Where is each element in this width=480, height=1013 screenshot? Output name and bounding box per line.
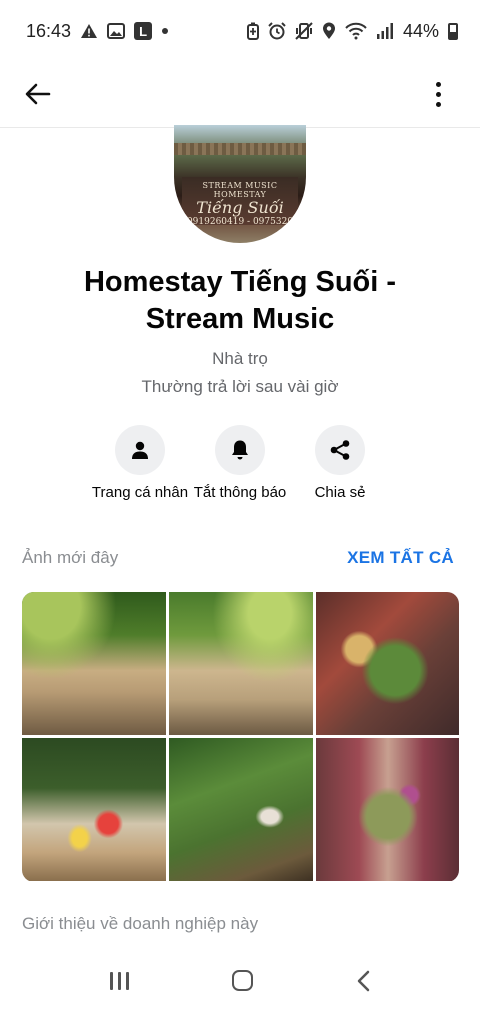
image-icon (107, 23, 126, 39)
photo-thumbnail[interactable] (169, 738, 313, 881)
battery-icon (448, 22, 458, 40)
profile-avatar[interactable]: STREAM MUSIC HOMESTAY Tiếng Suối 0919260… (174, 125, 306, 243)
recent-apps-icon[interactable] (109, 971, 129, 990)
mute-button-circle (215, 425, 265, 475)
battery-saver-icon (246, 22, 259, 40)
l-app-icon: L (134, 22, 153, 40)
share-icon (330, 440, 350, 460)
avatar-roof (174, 143, 306, 155)
business-intro-label: Giới thiệu về doanh nghiệp này (22, 914, 259, 933)
app-bar (0, 62, 480, 128)
avatar-sign-top: STREAM MUSIC HOMESTAY (202, 181, 278, 199)
system-nav-bar (0, 948, 480, 1013)
avatar-sign-phone: 0919260419 - 0975320 (186, 217, 294, 227)
response-time: Thường trả lời sau vài giờ (141, 377, 339, 396)
recent-photos-label: Ảnh mới đây (22, 548, 119, 567)
recent-apps-bar (109, 971, 113, 990)
recent-apps-bar (125, 971, 129, 990)
back-nav-icon[interactable] (356, 970, 370, 992)
photo-thumbnail[interactable] (22, 738, 166, 881)
profile-button-circle (115, 425, 165, 475)
dot-icon (162, 28, 169, 34)
photo-thumbnail[interactable] (22, 592, 166, 735)
home-icon[interactable] (231, 970, 253, 991)
page-title-line1: Homestay Tiếng Suối - (83, 266, 397, 298)
mute-notifications-button[interactable]: Tắt thông báo (185, 425, 295, 501)
alarm-icon (268, 22, 286, 40)
mute-button-label: Tắt thông báo (193, 484, 287, 501)
see-all-link[interactable]: XEM TẤT CẢ (347, 548, 454, 568)
wifi-icon (345, 22, 367, 40)
vibrate-icon (295, 22, 313, 40)
location-icon (322, 22, 335, 39)
avatar-sign-main: Tiếng Suối (196, 198, 284, 217)
status-bar: 16:43 L 44% (0, 0, 480, 62)
page: 16:43 L 44% STREAM MUSIC HOMESTAY Tiếng … (0, 0, 480, 1013)
more-options-button[interactable] (426, 76, 450, 112)
status-left: 16:43 L (26, 21, 169, 42)
page-category: Nhà trọ (212, 349, 268, 368)
profile-button[interactable]: Trang cá nhân (85, 425, 195, 501)
page-title-line2: Stream Music (145, 303, 335, 335)
photo-grid (22, 592, 459, 882)
share-button[interactable]: Chia sẻ (285, 425, 395, 501)
share-button-circle (315, 425, 365, 475)
share-button-label: Chia sẻ (314, 484, 366, 501)
recent-apps-bar (117, 971, 121, 990)
status-right: 44% (246, 20, 458, 42)
photo-thumbnail[interactable] (316, 738, 459, 881)
battery-percent: 44% (402, 20, 439, 41)
arrow-left-icon (25, 83, 51, 105)
profile-button-label: Trang cá nhân (91, 484, 189, 501)
photo-thumbnail[interactable] (316, 592, 459, 735)
avatar-sign: STREAM MUSIC HOMESTAY Tiếng Suối 0919260… (182, 177, 298, 227)
bell-icon (232, 440, 248, 460)
signal-icon (376, 23, 393, 39)
page-title: Homestay Tiếng Suối - Stream Music (40, 264, 440, 338)
photo-thumbnail[interactable] (169, 592, 313, 735)
back-button[interactable] (20, 76, 56, 112)
person-icon (132, 441, 148, 459)
status-time: 16:43 (26, 20, 72, 41)
more-vertical-icon (435, 81, 441, 87)
warning-icon (81, 24, 98, 38)
more-vertical-icon-dot (435, 91, 441, 97)
more-vertical-icon-dot (435, 101, 441, 107)
